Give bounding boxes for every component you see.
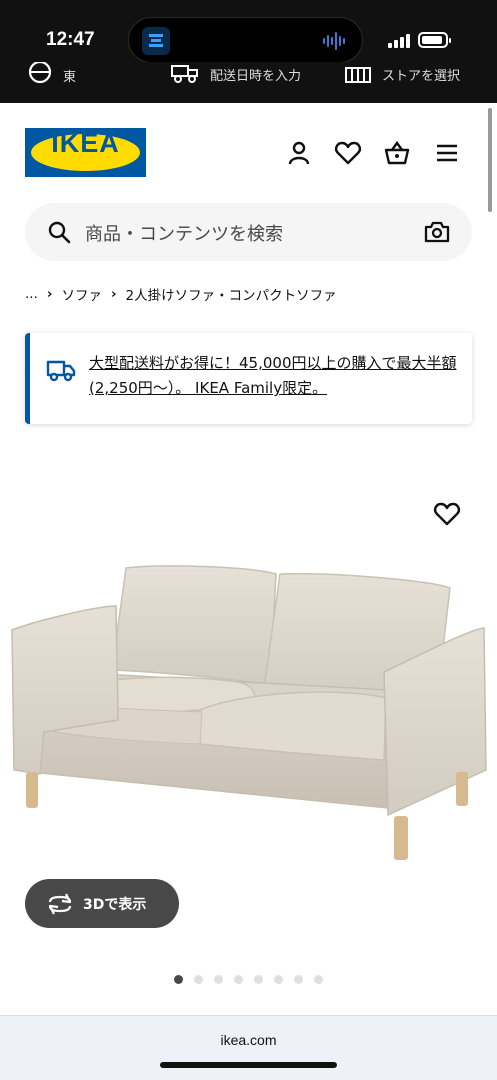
breadcrumb-item-2seater[interactable]: 2人掛けソファ・コンパクトソファ xyxy=(126,284,337,304)
utility-delivery[interactable]: 配送日時を入力 xyxy=(170,62,301,86)
chevron-right-icon: › xyxy=(110,286,117,302)
browser-url[interactable]: ikea.com xyxy=(0,1032,497,1048)
audio-wave-icon xyxy=(323,32,345,50)
camera-icon[interactable] xyxy=(424,220,450,244)
ikea-logo[interactable]: IKEA xyxy=(25,128,146,177)
search-icon xyxy=(48,221,71,244)
live-activity-app-icon xyxy=(142,27,170,55)
signal-icon xyxy=(388,34,410,48)
carousel-dot-8[interactable] xyxy=(314,975,323,984)
breadcrumb-item-sofa[interactable]: ソファ xyxy=(61,284,102,304)
battery-icon xyxy=(418,32,451,48)
carousel-dot-5[interactable] xyxy=(254,975,263,984)
promo-link[interactable]: 大型配送料がお得に！45,000円以上の購入で最大半額(2,250円〜）。 IK… xyxy=(89,351,461,401)
globe-icon xyxy=(28,62,52,84)
chevron-right-icon: › xyxy=(46,286,53,302)
logo-text: IKEA xyxy=(51,128,120,158)
scroll-indicator xyxy=(488,108,492,212)
dynamic-island xyxy=(128,17,363,63)
rotate-3d-icon xyxy=(48,893,72,915)
heart-icon[interactable] xyxy=(334,139,362,167)
carousel-dot-4[interactable] xyxy=(234,975,243,984)
utility-language[interactable]: 東 xyxy=(27,62,76,88)
home-indicator[interactable] xyxy=(160,1062,337,1068)
utility-bar: 東 配送日時を入力 ストアを選択 xyxy=(0,62,497,103)
basket-icon[interactable] xyxy=(383,139,411,167)
store-icon xyxy=(345,67,371,83)
carousel-dot-6[interactable] xyxy=(274,975,283,984)
image-carousel-dots xyxy=(174,975,323,984)
utility-store[interactable]: ストアを選択 xyxy=(344,62,460,86)
browser-address-bar[interactable]: ikea.com xyxy=(0,1015,497,1080)
delivery-truck-icon xyxy=(171,65,198,83)
search-bar[interactable]: 商品・コンテンツを検索 xyxy=(25,203,472,261)
status-time: 12:47 xyxy=(46,29,95,50)
carousel-dot-7[interactable] xyxy=(294,975,303,984)
breadcrumb: ... › ソファ › 2人掛けソファ・コンパクトソファ xyxy=(25,284,337,304)
view-3d-label: 3Dで表示 xyxy=(83,897,147,913)
carousel-dot-1[interactable] xyxy=(174,975,183,984)
status-bar: 12:47 xyxy=(0,0,497,63)
person-icon[interactable] xyxy=(285,139,313,167)
carousel-dot-3[interactable] xyxy=(214,975,223,984)
breadcrumb-ellipsis[interactable]: ... xyxy=(25,286,38,302)
carousel-dot-2[interactable] xyxy=(194,975,203,984)
product-image-sofa[interactable] xyxy=(8,560,490,865)
delivery-truck-icon xyxy=(46,360,76,382)
view-3d-button[interactable]: 3Dで表示 xyxy=(25,879,179,928)
promo-banner[interactable]: 大型配送料がお得に！45,000円以上の購入で最大半額(2,250円〜）。 IK… xyxy=(25,333,472,424)
menu-icon[interactable] xyxy=(433,139,461,167)
add-to-favorites-heart-icon[interactable] xyxy=(433,500,461,528)
search-input[interactable]: 商品・コンテンツを検索 xyxy=(85,220,283,246)
